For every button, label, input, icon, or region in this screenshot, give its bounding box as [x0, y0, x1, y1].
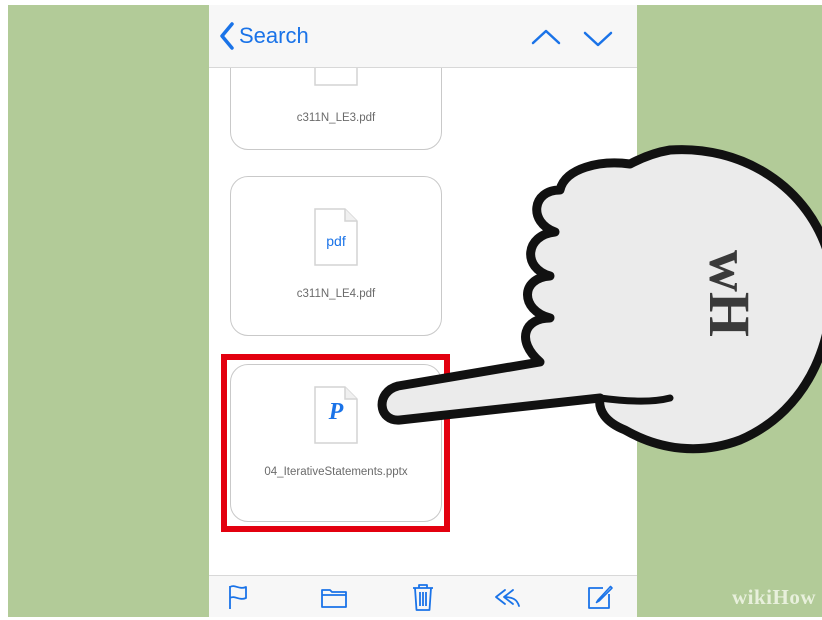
attachment-card[interactable]: pdf c311N_LE4.pdf: [230, 176, 442, 336]
compose-icon: [588, 585, 613, 609]
pdf-icon-label: pdf: [326, 233, 346, 249]
flag-button[interactable]: [223, 582, 253, 612]
attachment-filename: c311N_LE4.pdf: [296, 288, 376, 300]
watermark: wikiHow: [678, 577, 822, 617]
chevron-left-icon: [220, 22, 234, 50]
compose-button[interactable]: [585, 582, 615, 612]
attachment-card[interactable]: P 04_IterativeStatements.pptx: [230, 364, 442, 522]
folder-icon: [321, 589, 347, 608]
move-to-folder-button[interactable]: [319, 582, 349, 612]
pdf-document-icon: pdf: [313, 207, 359, 267]
attachment-filename: 04_IterativeStatements.pptx: [264, 466, 408, 478]
reply-button[interactable]: [492, 582, 522, 612]
next-message-button[interactable]: [581, 21, 615, 55]
trash-icon: [413, 584, 433, 611]
reply-icon: [495, 589, 520, 607]
bottom-toolbar: [209, 575, 637, 617]
message-content: c311N_LE3.pdf pdf c311N_LE4.pdf P 04_Ite…: [209, 68, 637, 575]
phone-screen: Search c311N_LE3.pdf pdf c311N_LE4.pdf P…: [209, 5, 637, 617]
navigation-bar: Search: [209, 5, 637, 68]
background-right: [637, 5, 822, 617]
back-button-label: Search: [239, 23, 309, 48]
chevron-down-icon: [583, 31, 613, 47]
attachment-card[interactable]: c311N_LE3.pdf: [230, 68, 442, 150]
attachment-filename: c311N_LE3.pdf: [296, 112, 376, 124]
flag-icon: [229, 585, 247, 609]
previous-message-button[interactable]: [529, 21, 563, 55]
watermark-text: wikiHow: [731, 585, 816, 609]
back-button[interactable]: Search: [219, 19, 309, 53]
document-icon: [313, 68, 359, 87]
delete-button[interactable]: [408, 582, 438, 612]
powerpoint-icon-label: P: [328, 399, 344, 425]
background-left: [8, 5, 209, 617]
powerpoint-document-icon: P: [313, 385, 359, 445]
chevron-up-icon: [531, 29, 561, 45]
